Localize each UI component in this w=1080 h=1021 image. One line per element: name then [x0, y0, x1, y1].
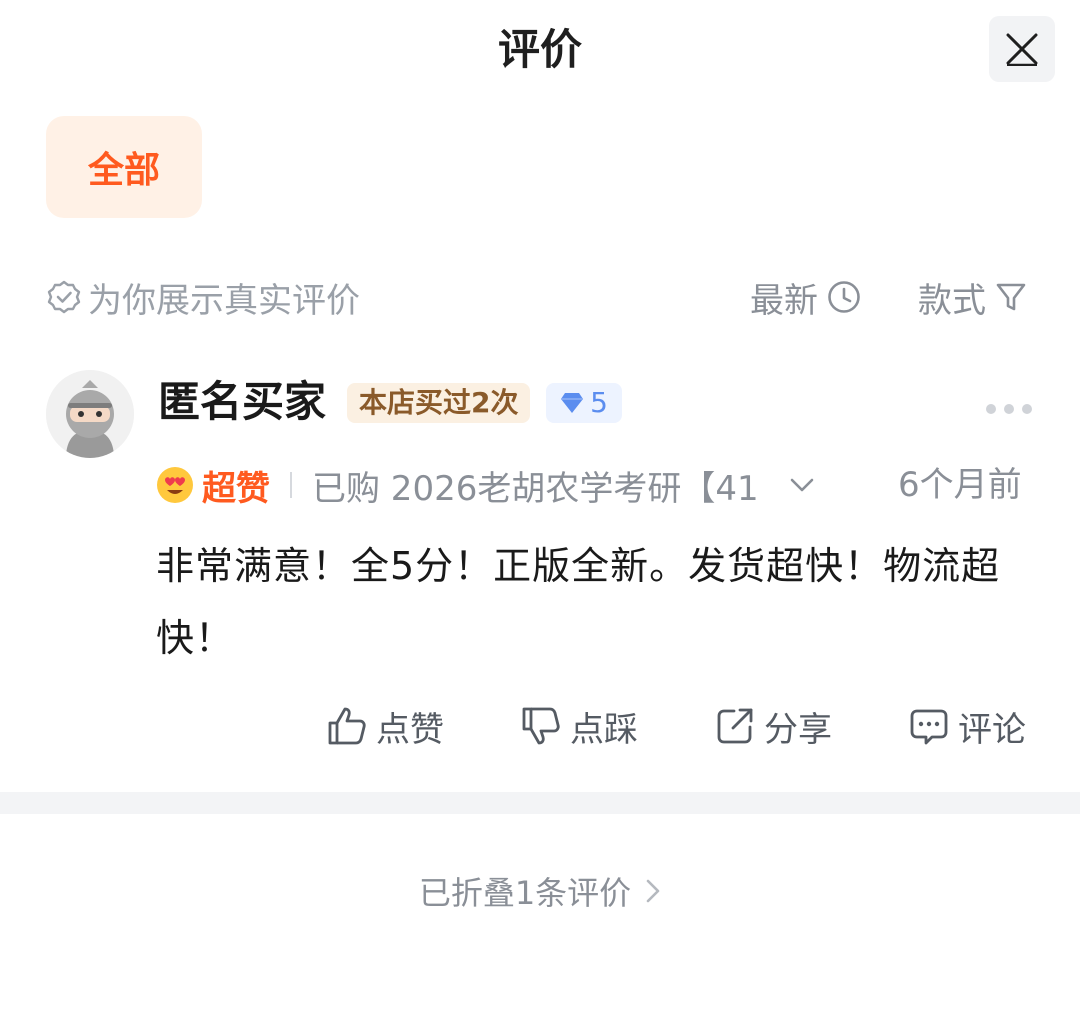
page-title: 评价	[497, 25, 582, 74]
dislike-label: 点踩	[570, 709, 638, 750]
filter-funnel-icon	[996, 283, 1026, 311]
thumbs-down-icon	[522, 707, 560, 745]
share-label: 分享	[764, 709, 832, 750]
member-level-value: 5	[590, 386, 608, 419]
style-filter-button[interactable]: 款式	[918, 274, 1028, 321]
expand-item-button[interactable]	[789, 477, 815, 493]
comment-label: 评论	[958, 709, 1026, 750]
purchased-item[interactable]: 已购 2026老胡农学考研【41	[312, 461, 759, 510]
authentic-reviews-notice: 为你展示真实评价	[46, 274, 360, 321]
folded-reviews-label: 已折叠1条评价	[418, 874, 632, 912]
thumbs-up-icon	[328, 707, 366, 745]
comment-button[interactable]: 评论	[908, 700, 1026, 752]
dot-icon	[1004, 404, 1014, 414]
rating-label: 超赞	[202, 468, 270, 509]
chevron-down-icon	[790, 478, 813, 492]
section-divider	[0, 792, 1080, 814]
notice-text: 为你展示真实评价	[88, 280, 360, 321]
like-label: 点赞	[376, 709, 444, 750]
like-button[interactable]: 点赞	[326, 700, 444, 752]
verified-badge-icon	[47, 280, 81, 314]
close-icon	[1006, 33, 1038, 66]
comment-icon	[910, 709, 948, 745]
review-actions: 点赞 点踩 分享 评论	[0, 700, 1080, 752]
share-button[interactable]: 分享	[714, 700, 832, 752]
review-content: 非常满意！全5分！正版全新。发货超快！物流超快！	[156, 544, 1001, 660]
heart-eyes-emoji-icon	[157, 467, 193, 503]
anonymous-ninja-avatar-icon	[46, 370, 134, 458]
close-button[interactable]	[989, 16, 1055, 82]
rating-row: 超赞 已购 2026老胡农学考研【41	[156, 461, 815, 510]
clock-icon	[828, 281, 860, 313]
reviewer-name: 匿名买家	[158, 377, 327, 426]
sort-newest-label: 最新	[750, 280, 818, 321]
share-icon	[717, 708, 753, 744]
more-options-button[interactable]	[986, 404, 1032, 414]
dot-icon	[986, 404, 996, 414]
sort-newest-button[interactable]: 最新	[750, 274, 862, 321]
style-filter-label: 款式	[918, 280, 986, 321]
dislike-button[interactable]: 点踩	[520, 700, 638, 752]
filter-chip-all[interactable]: 全部	[46, 116, 202, 218]
member-level-badge: 5	[546, 383, 622, 423]
avatar[interactable]	[46, 370, 134, 458]
review-time: 6个月前	[898, 465, 1022, 505]
separator	[290, 472, 292, 498]
chevron-right-icon	[646, 879, 660, 903]
dot-icon	[1022, 404, 1032, 414]
repeat-purchase-badge: 本店买过2次	[347, 383, 531, 423]
folded-reviews-link[interactable]: 已折叠1条评价	[0, 868, 1080, 914]
diamond-icon	[561, 393, 584, 413]
